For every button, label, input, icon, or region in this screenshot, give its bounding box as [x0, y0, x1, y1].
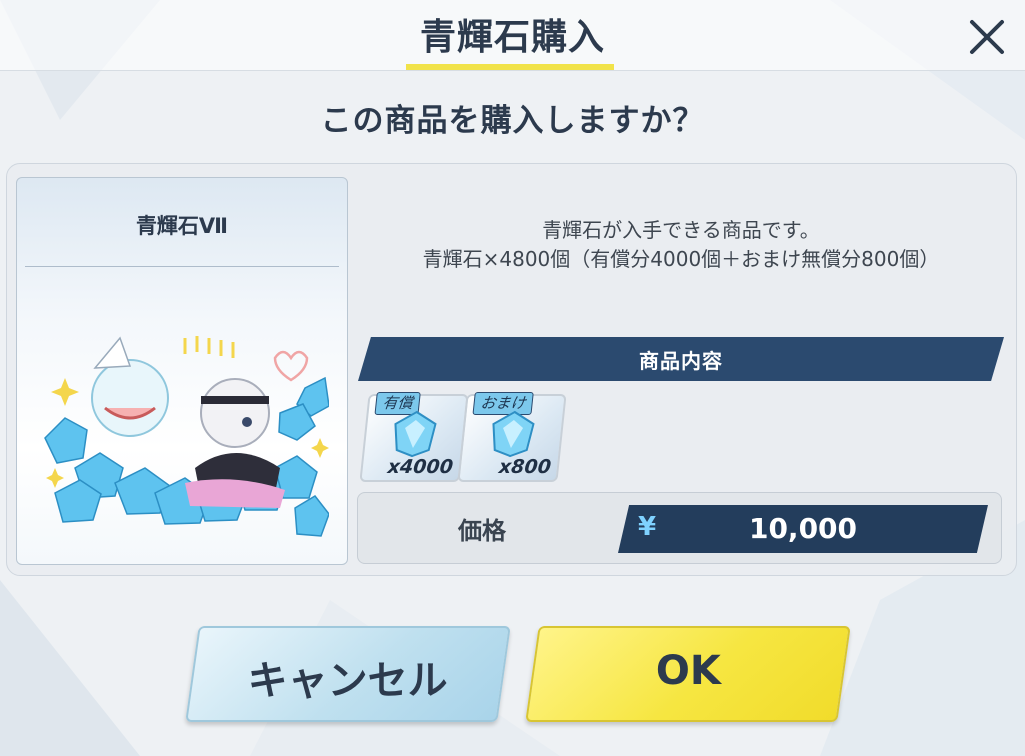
- contents-label: 商品内容: [639, 349, 723, 373]
- price-box: ¥ 10,000: [618, 505, 988, 553]
- gem-icon: [492, 410, 535, 458]
- card-divider: [25, 266, 339, 267]
- cancel-button[interactable]: キャンセル: [185, 626, 511, 722]
- item-bonus-gems[interactable]: おまけ x800: [457, 392, 567, 482]
- product-name: 青輝石Ⅶ: [135, 214, 229, 238]
- item-paid-gems[interactable]: 有償 x4000: [359, 392, 469, 482]
- ok-button[interactable]: OK: [525, 626, 851, 722]
- price-value: 10,000: [748, 512, 858, 545]
- confirm-question: この商品を購入しますか？: [320, 103, 705, 139]
- price-row: 価格 ¥ 10,000: [357, 492, 1002, 564]
- close-icon: [970, 20, 1004, 54]
- dialog-header: 青輝石購入: [0, 0, 1025, 71]
- price-label: 価格: [458, 517, 506, 545]
- cancel-button-label: キャンセル: [247, 658, 448, 704]
- item-quantity: x4000: [386, 456, 455, 478]
- ok-button-label: OK: [655, 648, 721, 694]
- description-line-1: 青輝石が入手できる商品です。: [542, 218, 820, 242]
- gem-icon: [394, 410, 437, 458]
- title-underline: [406, 64, 614, 70]
- description-line-2: 青輝石×4800個（有償分4000個＋おまけ無償分800個）: [422, 247, 940, 271]
- product-description: 青輝石が入手できる商品です。 青輝石×4800個（有償分4000個＋おまけ無償分…: [356, 216, 1006, 274]
- contents-header: 商品内容: [358, 337, 1004, 381]
- close-button[interactable]: [962, 8, 1016, 62]
- item-quantity: x800: [497, 456, 553, 478]
- dialog-title: 青輝石購入: [419, 17, 605, 58]
- product-illustration: [44, 336, 329, 537]
- product-card: 青輝石Ⅶ: [16, 177, 348, 565]
